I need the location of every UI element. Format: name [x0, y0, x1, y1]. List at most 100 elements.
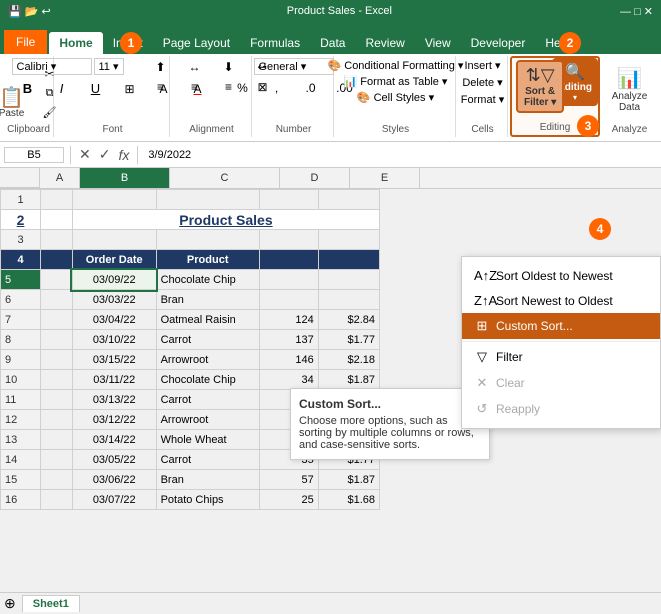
row-num-3[interactable]: 3 — [1, 230, 41, 250]
row-num-14[interactable]: 14 — [1, 450, 41, 470]
cell-e1[interactable] — [318, 190, 379, 210]
cell-e15[interactable]: $1.87 — [318, 470, 379, 490]
cell-e7[interactable]: $2.84 — [318, 310, 379, 330]
cell-c12[interactable]: Arrowroot — [156, 410, 259, 430]
analyze-data-button[interactable]: 📊 Analyze Data — [608, 64, 652, 115]
format-cells-button[interactable]: Format ▾ — [458, 92, 507, 107]
row-num-16[interactable]: 16 — [1, 490, 41, 510]
cell-b1[interactable] — [72, 190, 156, 210]
cell-a9[interactable] — [41, 350, 73, 370]
cell-b6[interactable]: 03/03/22 — [72, 290, 156, 310]
cell-styles-button[interactable]: 🎨 Cell Styles ▾ — [354, 90, 437, 105]
percent-button[interactable]: % — [227, 79, 259, 97]
tab-file[interactable]: File — [4, 30, 47, 54]
underline-button[interactable]: U — [80, 79, 112, 98]
cell-d1[interactable] — [259, 190, 318, 210]
cell-a1[interactable] — [41, 190, 73, 210]
col-header-e[interactable]: E — [350, 168, 420, 188]
cell-a11[interactable] — [41, 390, 73, 410]
sort-filter-button[interactable]: ⇅▽ Sort & Filter ▾ — [516, 60, 564, 113]
row-num-5[interactable]: 5 — [1, 270, 41, 290]
row-num-1[interactable]: 1 — [1, 190, 41, 210]
cell-a2[interactable] — [41, 210, 73, 230]
increase-decimal-button[interactable]: .0 — [295, 79, 327, 97]
align-center-button[interactable]: ≡ — [179, 78, 211, 96]
cell-a6[interactable] — [41, 290, 73, 310]
cell-e5[interactable] — [318, 270, 379, 290]
filter-item[interactable]: ▽ Filter — [462, 344, 660, 370]
cell-c4[interactable]: Product — [156, 250, 259, 270]
cell-c11[interactable]: Carrot — [156, 390, 259, 410]
cell-d3[interactable] — [259, 230, 318, 250]
cell-a16[interactable] — [41, 490, 73, 510]
col-header-a[interactable]: A — [40, 168, 80, 188]
row-num-7[interactable]: 7 — [1, 310, 41, 330]
cell-b4[interactable]: Order Date — [72, 250, 156, 270]
cell-a14[interactable] — [41, 450, 73, 470]
row-num-2[interactable]: 2 — [1, 210, 41, 230]
cell-a3[interactable] — [41, 230, 73, 250]
cell-c9[interactable]: Arrowroot — [156, 350, 259, 370]
bold-button[interactable]: B — [12, 79, 44, 98]
conditional-formatting-button[interactable]: 🎨 Conditional Formatting ▾ — [325, 58, 467, 73]
insert-function-icon[interactable]: fx — [116, 147, 131, 163]
cell-c10[interactable]: Chocolate Chip — [156, 370, 259, 390]
cell-e9[interactable]: $2.18 — [318, 350, 379, 370]
tab-home[interactable]: Home — [49, 32, 102, 54]
cell-b7[interactable]: 03/04/22 — [72, 310, 156, 330]
cell-c13[interactable]: Whole Wheat — [156, 430, 259, 450]
cell-a12[interactable] — [41, 410, 73, 430]
cell-d5[interactable] — [259, 270, 318, 290]
align-middle-button[interactable]: ↔ — [179, 58, 211, 76]
font-size-select[interactable]: 11 ▾ — [94, 58, 124, 75]
row-num-4[interactable]: 4 — [1, 250, 41, 270]
tab-page-layout[interactable]: Page Layout — [153, 32, 240, 54]
cell-c8[interactable]: Carrot — [156, 330, 259, 350]
row-num-10[interactable]: 10 — [1, 370, 41, 390]
row-num-9[interactable]: 9 — [1, 350, 41, 370]
tab-developer[interactable]: Developer — [461, 32, 536, 54]
format-as-table-button[interactable]: 📊 Format as Table ▾ — [341, 74, 451, 89]
cell-d10[interactable]: 34 — [259, 370, 318, 390]
cell-a5[interactable] — [41, 270, 73, 290]
cell-d15[interactable]: 57 — [259, 470, 318, 490]
col-header-b[interactable]: B — [80, 168, 170, 188]
cell-b15[interactable]: 03/06/22 — [72, 470, 156, 490]
cell-c5[interactable]: Chocolate Chip — [156, 270, 259, 290]
cell-c14[interactable]: Carrot — [156, 450, 259, 470]
add-sheet-button[interactable]: ⊕ — [4, 595, 16, 612]
confirm-icon[interactable]: ✓ — [97, 146, 113, 163]
row-num-12[interactable]: 12 — [1, 410, 41, 430]
cell-a15[interactable] — [41, 470, 73, 490]
custom-sort-item[interactable]: ⊞ Custom Sort... — [462, 313, 660, 339]
font-family-select[interactable]: Calibri ▾ — [12, 58, 92, 75]
cell-e16[interactable]: $1.68 — [318, 490, 379, 510]
cell-c16[interactable]: Potato Chips — [156, 490, 259, 510]
title-cell[interactable]: Product Sales — [72, 210, 379, 230]
cell-b13[interactable]: 03/14/22 — [72, 430, 156, 450]
cell-reference-box[interactable] — [4, 147, 64, 163]
cell-a7[interactable] — [41, 310, 73, 330]
cell-c7[interactable]: Oatmeal Raisin — [156, 310, 259, 330]
comma-button[interactable]: , — [261, 79, 293, 97]
cell-d6[interactable] — [259, 290, 318, 310]
tab-view[interactable]: View — [415, 32, 461, 54]
cell-b11[interactable]: 03/13/22 — [72, 390, 156, 410]
cell-c3[interactable] — [156, 230, 259, 250]
italic-button[interactable]: I — [46, 79, 78, 98]
cell-e10[interactable]: $1.87 — [318, 370, 379, 390]
cancel-icon[interactable]: ✕ — [77, 146, 93, 163]
border-button[interactable]: ⊞ — [114, 80, 146, 98]
cell-a13[interactable] — [41, 430, 73, 450]
cell-d7[interactable]: 124 — [259, 310, 318, 330]
sheet-tab-1[interactable]: Sheet1 — [22, 595, 80, 612]
formula-input[interactable] — [144, 148, 657, 162]
row-num-13[interactable]: 13 — [1, 430, 41, 450]
col-header-c[interactable]: C — [170, 168, 280, 188]
cell-b12[interactable]: 03/12/22 — [72, 410, 156, 430]
cell-b14[interactable]: 03/05/22 — [72, 450, 156, 470]
align-left-button[interactable]: ≡ — [145, 78, 177, 96]
tab-data[interactable]: Data — [310, 32, 355, 54]
cell-d9[interactable]: 146 — [259, 350, 318, 370]
cell-c1[interactable] — [156, 190, 259, 210]
